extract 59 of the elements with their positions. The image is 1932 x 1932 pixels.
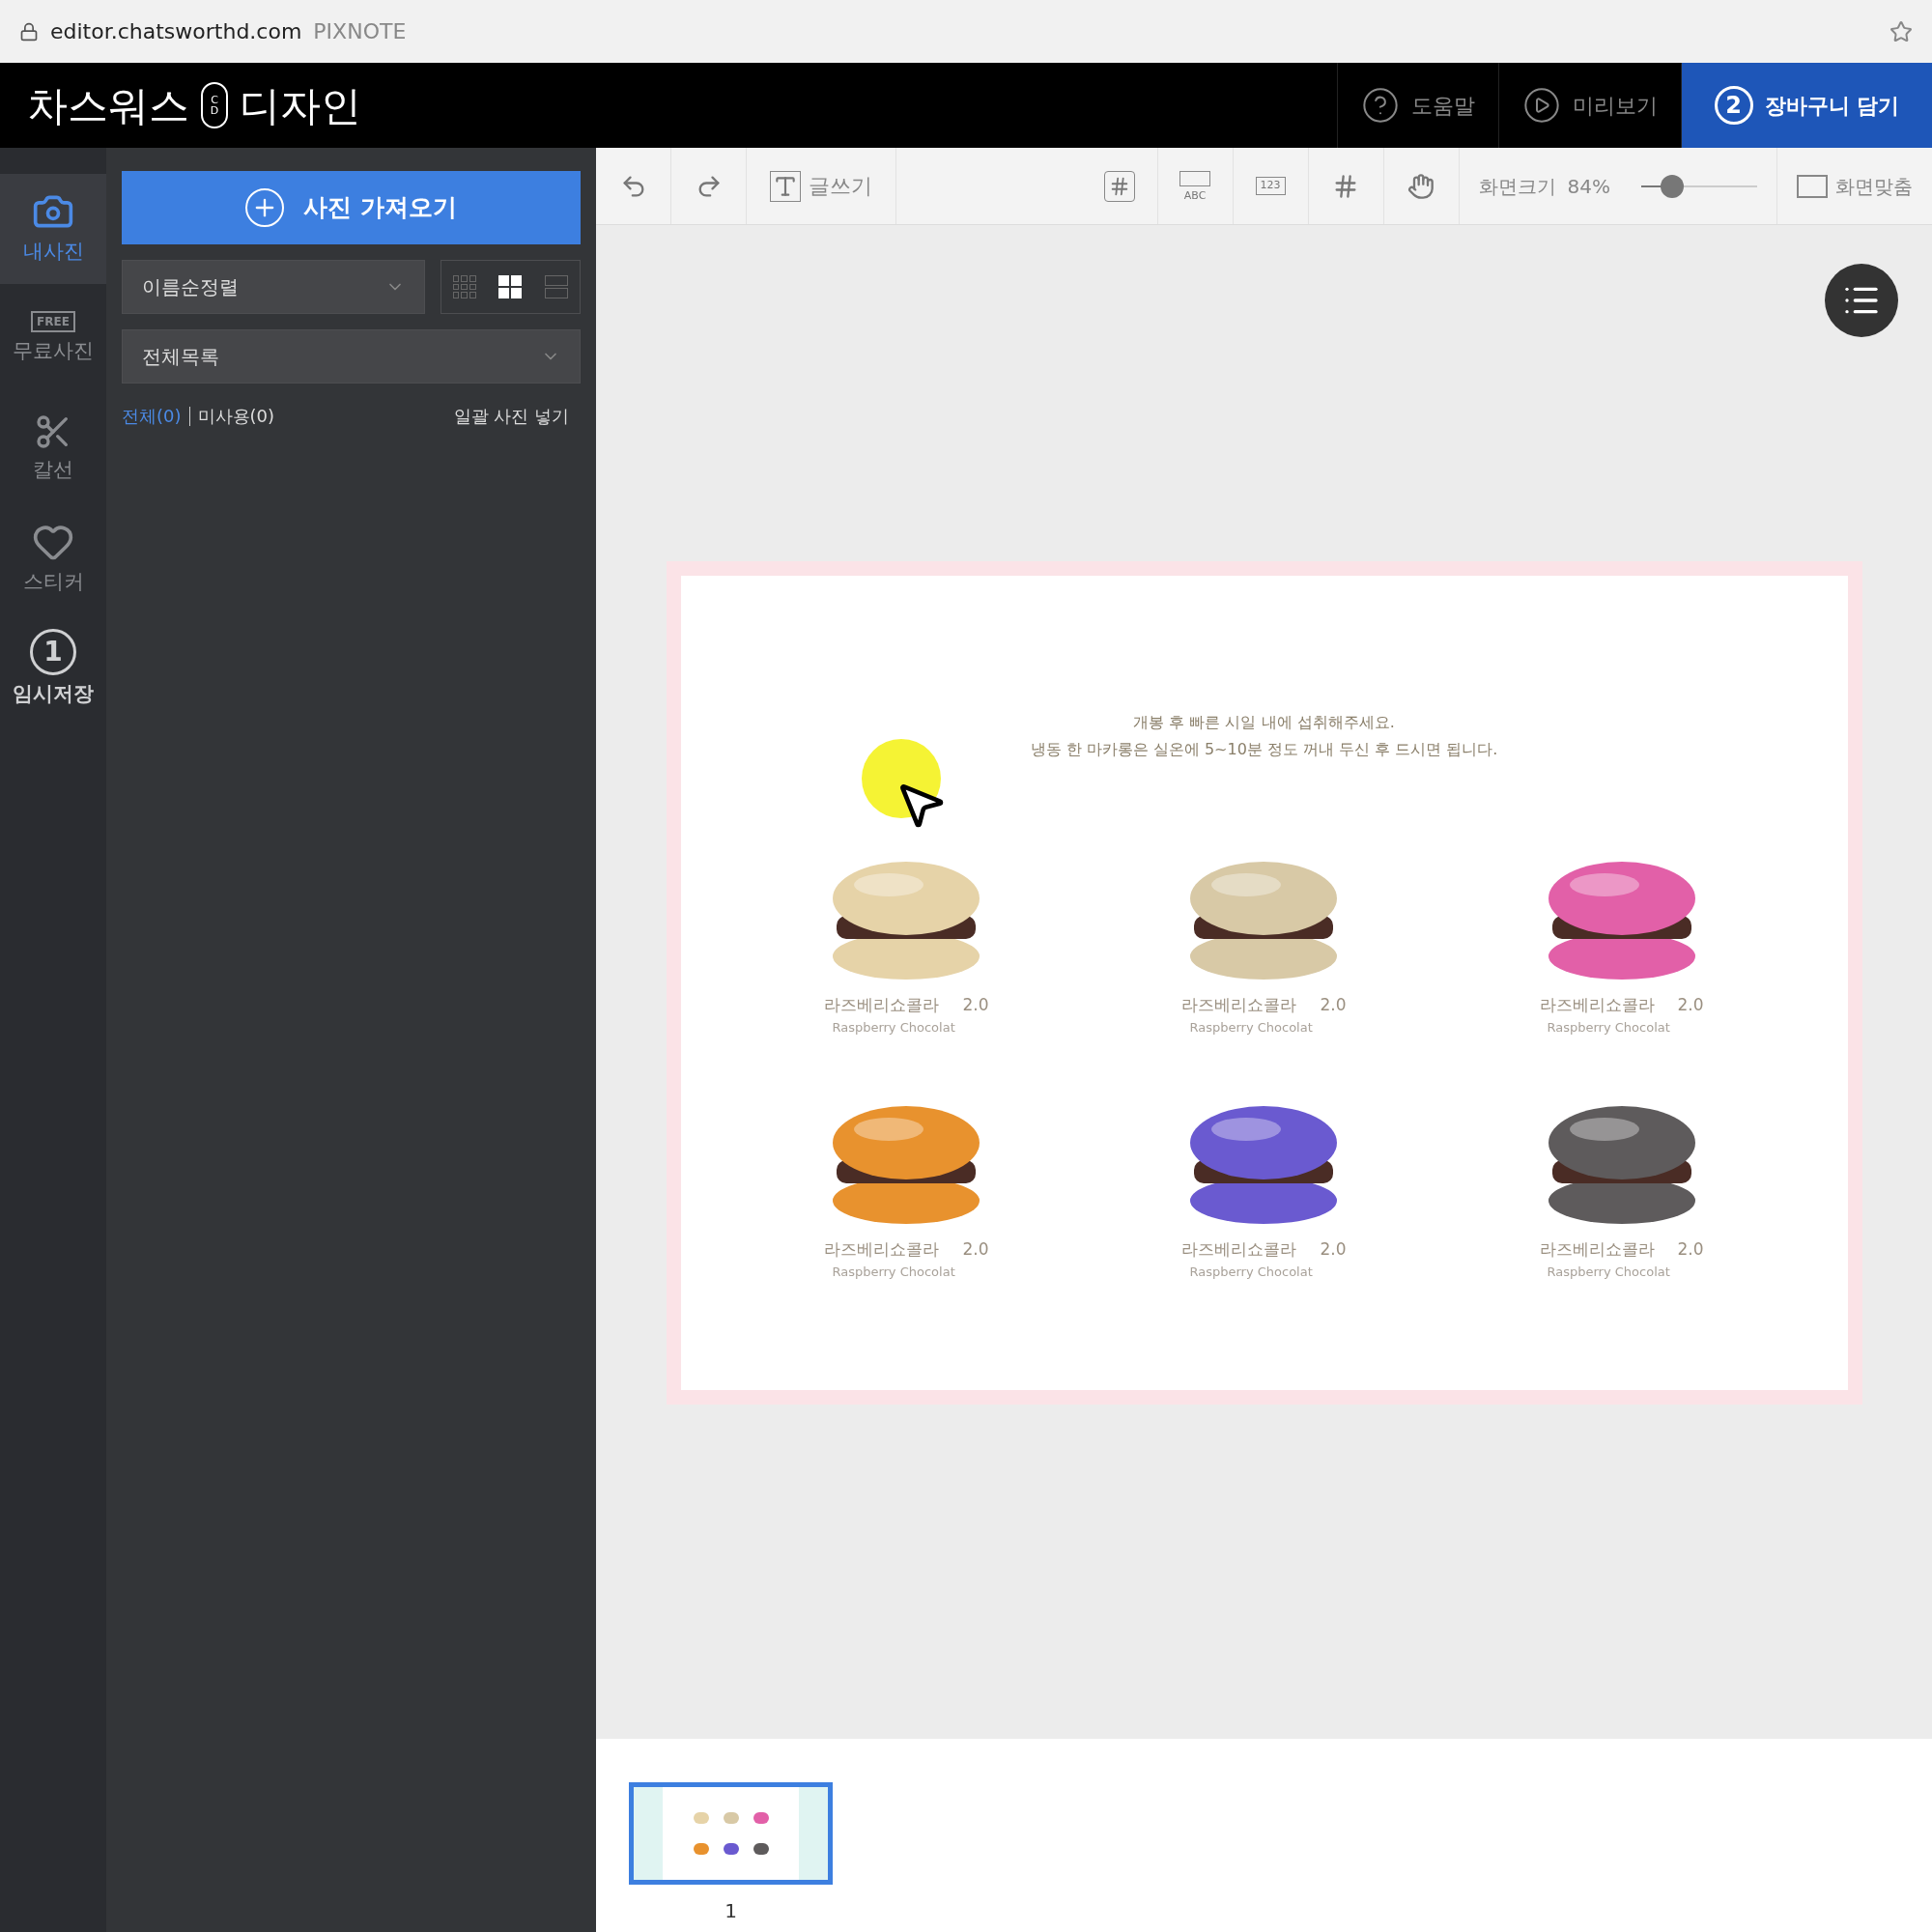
product-name: 라즈베리쇼콜라 — [1539, 994, 1655, 1016]
import-photo-button[interactable]: 사진 가져오기 — [122, 171, 581, 244]
number-tool[interactable]: 123 — [1255, 177, 1286, 195]
product-name: 라즈베리쇼콜라 — [824, 1238, 940, 1261]
bookmark-star-icon[interactable] — [1889, 19, 1913, 43]
cart-count-badge: 2 — [1714, 86, 1753, 125]
product-subtitle: Raspberry Chocolat — [1546, 1263, 1670, 1281]
rail-tab[interactable]: 1 임시저장 — [0, 614, 106, 724]
notice-text: 냉동 한 마카롱은 실온에 5~10분 정도 꺼내 두신 후 드시면 됩니다. — [1030, 739, 1498, 760]
page-number: 1 — [724, 1898, 737, 1924]
product-price: 2.0 — [1677, 994, 1704, 1016]
filter-link[interactable]: 전체(0) — [122, 403, 182, 429]
hash-file-icon[interactable] — [1104, 170, 1136, 202]
rail-tab[interactable]: 내사진 — [0, 174, 106, 284]
page-title: PIXNOTE — [313, 18, 407, 45]
product-name: 라즈베리쇼콜라 — [1181, 994, 1297, 1016]
product-name: 라즈베리쇼콜라 — [824, 994, 940, 1016]
product-subtitle: Raspberry Chocolat — [1188, 1263, 1313, 1281]
cart-button[interactable]: 2 장바구니 담기 — [1681, 63, 1932, 148]
text-tool[interactable]: 글쓰기 — [770, 170, 872, 202]
hand-icon[interactable] — [1407, 172, 1435, 200]
notice-text: 개봉 후 빠른 시일 내에 섭취해주세요. — [1133, 712, 1395, 733]
bulk-insert-link[interactable]: 일괄 사진 넣기 — [453, 403, 581, 429]
rail-tab[interactable]: 칼선 — [0, 394, 106, 504]
help-icon — [1361, 86, 1400, 125]
page-thumbnail[interactable] — [629, 1782, 833, 1885]
product-price: 2.0 — [962, 994, 989, 1016]
list-view-icon[interactable] — [545, 275, 569, 298]
rail-tab[interactable]: 스티커 — [0, 504, 106, 614]
grid-view-icon[interactable] — [498, 275, 523, 298]
text-box-icon — [770, 170, 801, 202]
product-subtitle: Raspberry Chocolat — [1546, 1018, 1670, 1037]
logo-mark: C D — [201, 82, 228, 128]
zoom-label: 화면크기 — [1478, 173, 1556, 200]
lock-icon — [19, 21, 39, 42]
product-subtitle: Raspberry Chocolat — [831, 1263, 955, 1281]
product-subtitle: Raspberry Chocolat — [831, 1018, 955, 1037]
save-count-badge: 1 — [30, 629, 76, 676]
sort-dropdown[interactable]: 이름순정렬 — [122, 260, 425, 314]
product-price: 2.0 — [1320, 994, 1347, 1016]
product-price: 2.0 — [962, 1238, 989, 1261]
filter-link[interactable]: 미사용(0) — [197, 403, 274, 429]
zoom-reading: 84% — [1567, 173, 1610, 200]
free-photo-icon: FREE — [31, 311, 75, 333]
product-name: 라즈베리쇼콜라 — [1539, 1238, 1655, 1261]
product-price: 2.0 — [1677, 1238, 1704, 1261]
rail-tab[interactable]: FREE 무료사진 — [0, 284, 106, 394]
logo-text: 차스워스 — [27, 80, 189, 131]
product-subtitle: Raspberry Chocolat — [1188, 1018, 1313, 1037]
fit-screen-button[interactable]: 화면맞춤 — [1777, 148, 1932, 224]
album-dropdown[interactable]: 전체목록 — [122, 329, 581, 384]
product-name: 라즈베리쇼콜라 — [1181, 1238, 1297, 1261]
frame-icon — [1797, 174, 1828, 198]
logo-text: 디자인 — [240, 80, 361, 131]
url-text[interactable]: editor.chatsworthd.com — [50, 15, 302, 47]
play-icon — [1522, 86, 1561, 125]
zoom-slider[interactable] — [1641, 174, 1757, 198]
product-price: 2.0 — [1320, 1238, 1347, 1261]
slider-thumb[interactable] — [1661, 174, 1685, 198]
